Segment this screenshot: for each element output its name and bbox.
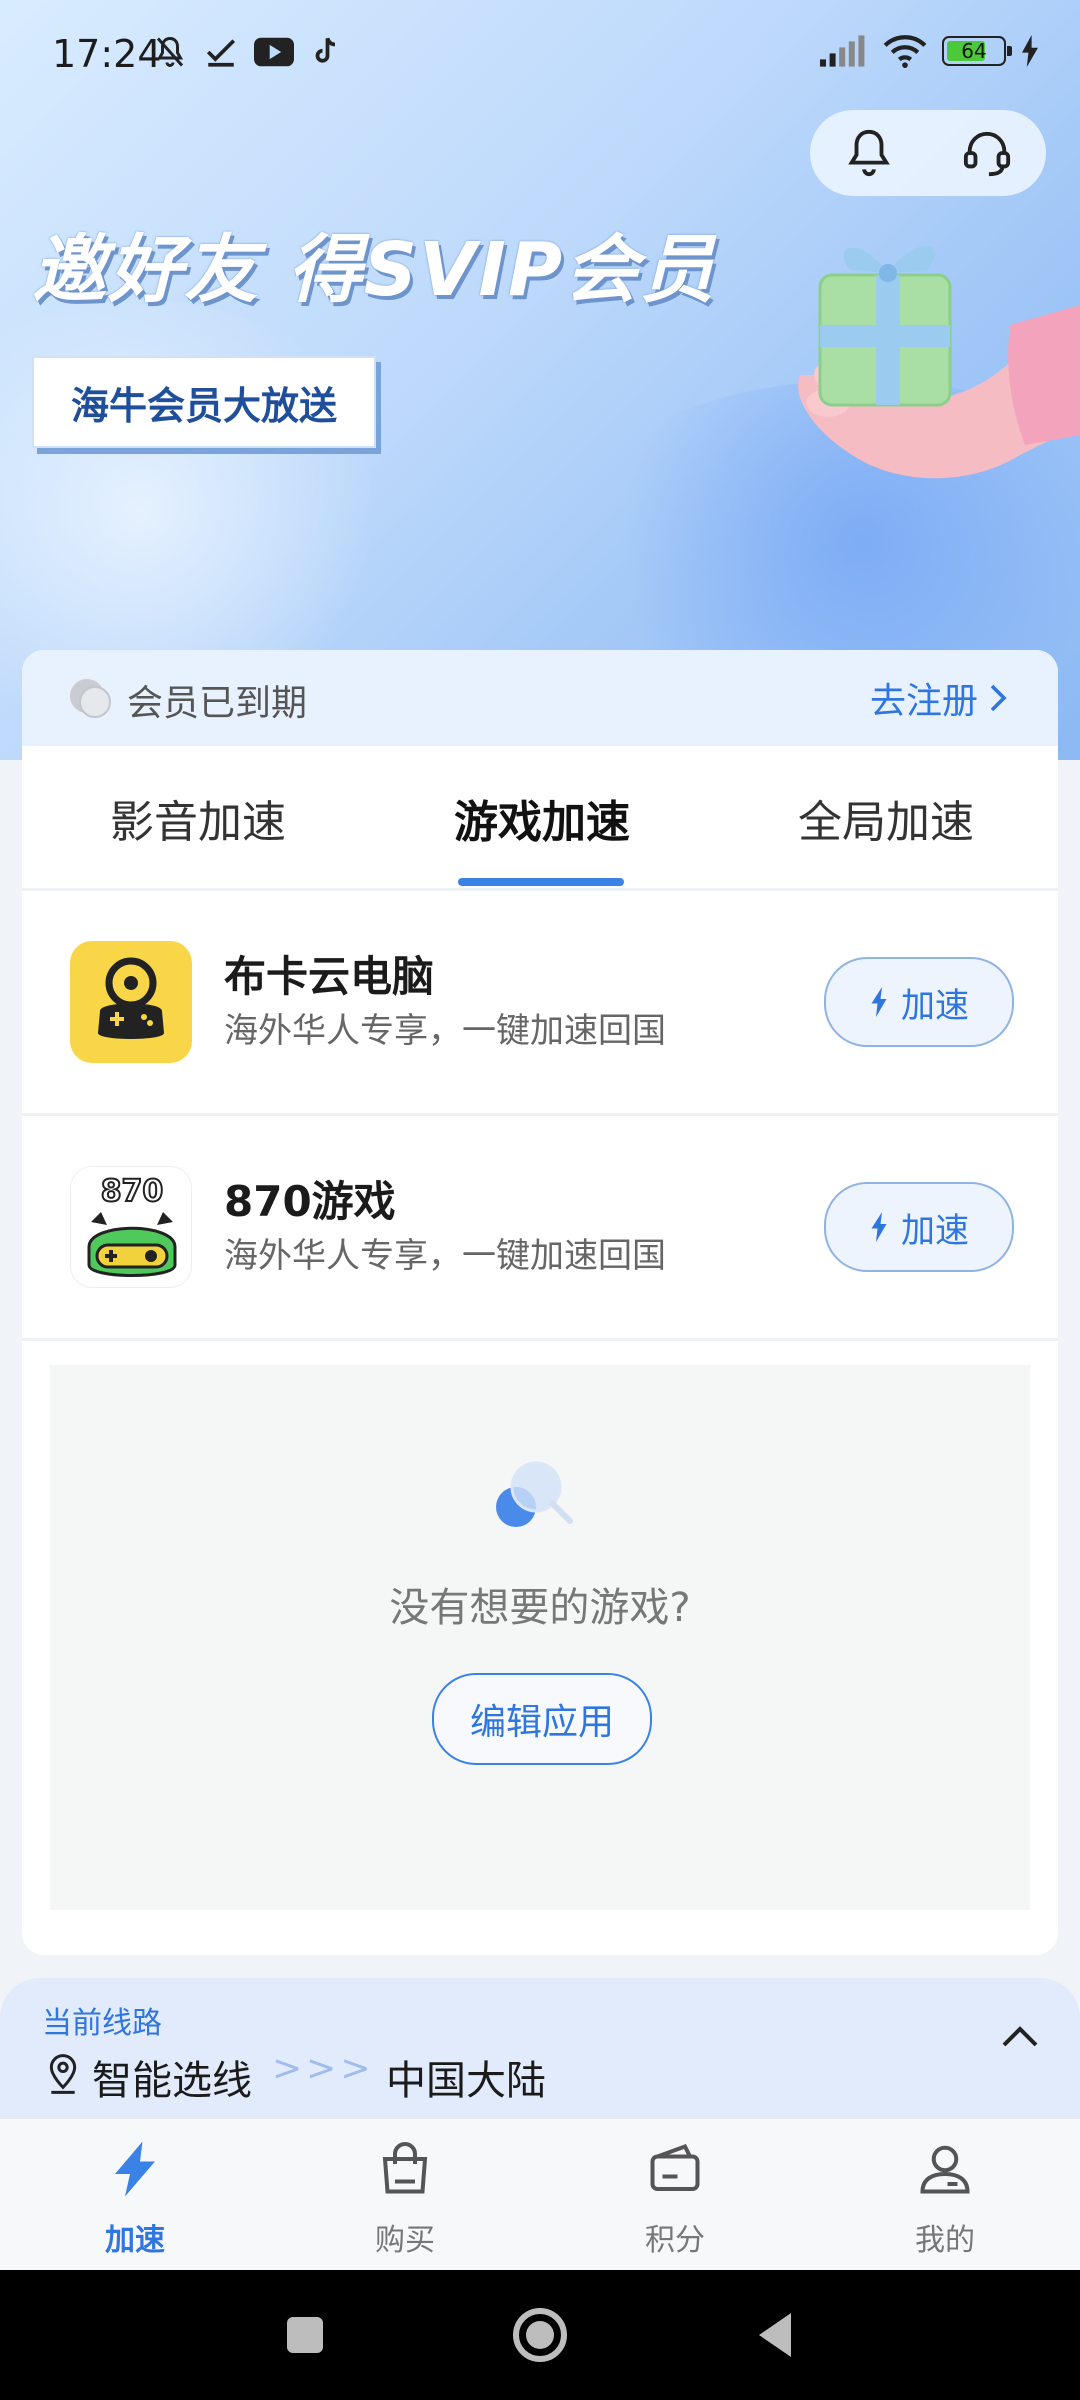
nav-label: 我的: [915, 2223, 975, 2258]
location-pin-icon: [49, 2054, 77, 2094]
route-region: 中国大陆: [386, 2058, 546, 2104]
nav-label: 积分: [645, 2223, 705, 2258]
accelerate-button-label: 加速: [901, 985, 969, 1026]
search-icon: [496, 1461, 573, 1527]
lightning-icon: [115, 2141, 155, 2197]
accelerate-button[interactable]: 加速: [824, 957, 1014, 1047]
game-row[interactable]: 布卡云电脑 海外华人专享，一键加速回国 加速: [22, 891, 1058, 1113]
promo-button[interactable]: 海牛会员大放送: [32, 356, 376, 448]
route-label: 当前线路: [42, 2006, 162, 2041]
game-subtitle: 海外华人专享，一键加速回国: [224, 1236, 666, 1276]
membership-status: 会员已到期: [127, 683, 308, 724]
system-navigation-bar: [0, 2270, 1080, 2400]
register-link-label: 去注册: [869, 681, 978, 722]
shopping-bag-icon: [382, 2142, 428, 2194]
status-bar: 17:24 64: [0, 0, 1080, 112]
route-arrows: >>>: [272, 2048, 375, 2089]
accelerate-card: 会员已到期 去注册 影音加速 游戏加速 全局加速 布卡云电脑 海外华人专享，一键…: [22, 650, 1058, 1955]
youtube-icon: [254, 37, 294, 67]
lightning-icon: [871, 1212, 887, 1242]
home-button[interactable]: [480, 2270, 600, 2400]
nav-buy[interactable]: 购买: [270, 2119, 540, 2271]
headset-icon[interactable]: [944, 110, 1030, 196]
chevron-up-icon[interactable]: [1000, 2024, 1040, 2050]
battery-tip: [1007, 46, 1012, 56]
870-game-app-icon: 870: [70, 1166, 192, 1288]
wifi-icon: [883, 35, 927, 68]
game-title: 870游戏: [224, 1177, 396, 1226]
gift-hand-illustration: [798, 245, 1080, 479]
notification-icons: [152, 34, 340, 70]
nav-accelerate[interactable]: 加速: [0, 2119, 270, 2271]
game-subtitle: 海外华人专享，一键加速回国: [224, 1011, 666, 1051]
empty-message: 没有想要的游戏?: [389, 1585, 691, 1631]
accelerate-button[interactable]: 加速: [824, 1182, 1014, 1272]
bottom-nav: 加速 购买 积分 我的: [0, 2118, 1080, 2271]
edit-apps-button[interactable]: 编辑应用: [432, 1673, 652, 1765]
signal-icon: [820, 35, 865, 67]
game-row[interactable]: 870 870游戏 海外华人专享，一键加速回国 加速: [22, 1116, 1058, 1338]
system-icons: 64: [820, 34, 1040, 68]
recent-apps-button[interactable]: [250, 2270, 360, 2400]
accelerate-button-label: 加速: [901, 1210, 969, 1251]
chevron-right-icon: [990, 684, 1007, 712]
tab-games[interactable]: 游戏加速: [454, 786, 630, 850]
tab-global[interactable]: 全局加速: [798, 786, 974, 850]
tab-media[interactable]: 影音加速: [110, 786, 286, 850]
back-button[interactable]: [720, 2270, 830, 2400]
lightning-icon: [871, 987, 887, 1017]
buka-cloud-pc-app-icon: [70, 941, 192, 1063]
battery-level: 64: [961, 39, 987, 63]
square-icon: [287, 2317, 323, 2353]
route-panel[interactable]: 当前线路 智能选线 >>> 中国大陆: [0, 1978, 1080, 2118]
tiktok-icon: [315, 37, 336, 63]
top-action-pill: [810, 110, 1046, 196]
wallet-icon: [650, 2144, 700, 2191]
route-mode: 智能选线: [92, 2058, 252, 2104]
battery-icon: 64: [942, 36, 1012, 66]
home-circle-icon: [513, 2308, 567, 2362]
active-tab-indicator: [458, 878, 624, 886]
870-logo-text: 870: [101, 1174, 164, 1209]
divider: [22, 1338, 1058, 1341]
game-title: 布卡云电脑: [224, 952, 435, 1001]
membership-coin-icon: [70, 679, 111, 718]
nav-label: 购买: [375, 2223, 435, 2258]
nav-points[interactable]: 积分: [540, 2119, 810, 2271]
check-icon: [206, 39, 236, 67]
nav-profile[interactable]: 我的: [810, 2119, 1080, 2271]
membership-bar: 会员已到期 去注册: [22, 650, 1058, 746]
register-link[interactable]: 去注册: [870, 672, 1008, 724]
empty-state: 没有想要的游戏? 编辑应用: [50, 1365, 1030, 1910]
mute-bell-icon: [156, 36, 184, 67]
banner-headline: 邀好友 得SVIP会员: [32, 227, 717, 313]
back-triangle-icon: [759, 2313, 791, 2357]
accel-tabs: 影音加速 游戏加速 全局加速: [22, 746, 1058, 848]
status-time: 17:24: [52, 32, 162, 76]
profile-icon: [920, 2145, 970, 2194]
nav-label: 加速: [105, 2223, 165, 2258]
charging-icon: [1022, 35, 1038, 67]
bell-icon[interactable]: [826, 110, 912, 196]
